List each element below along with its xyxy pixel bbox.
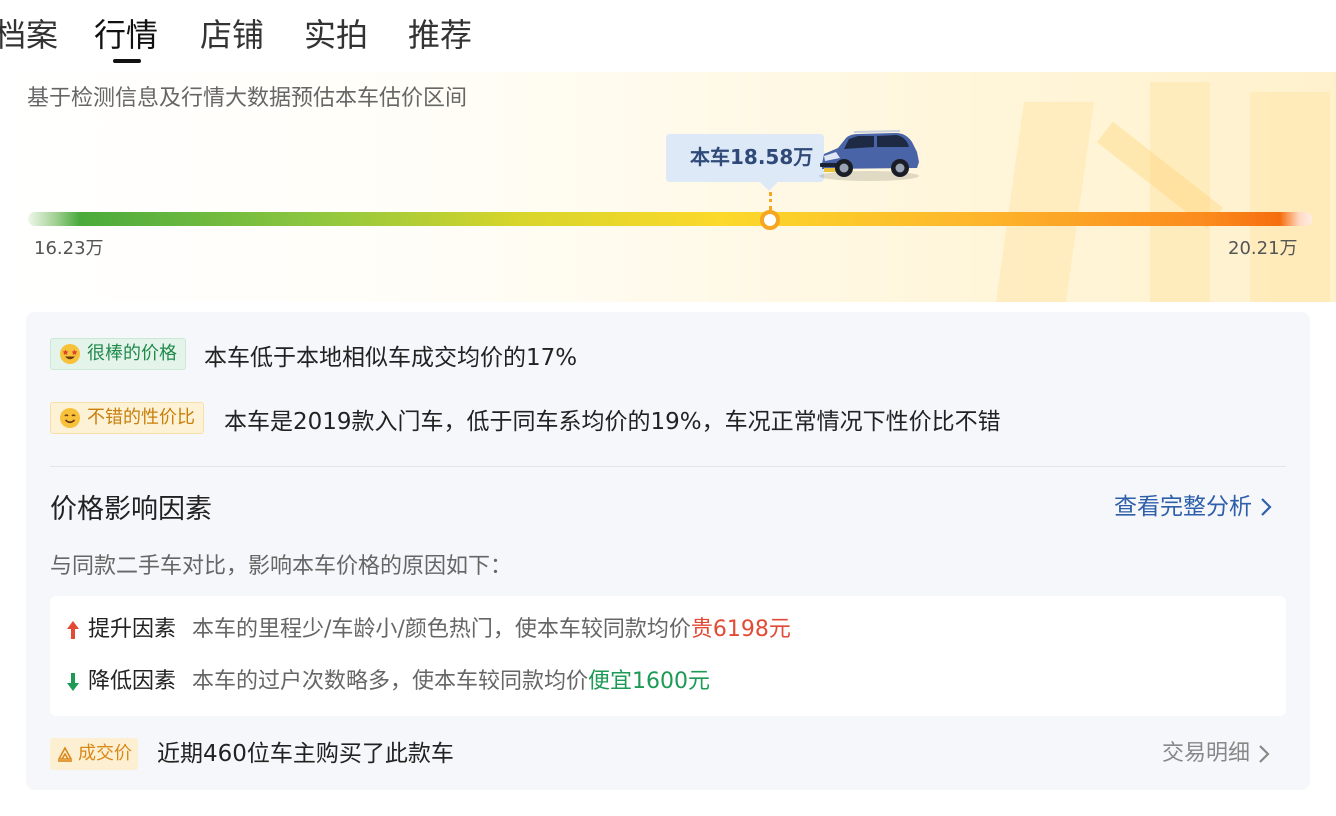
transaction-details-label: 交易明细 xyxy=(1162,741,1251,766)
tab-archive[interactable]: 档案 xyxy=(0,14,58,56)
deal-price-tag: 成交价 xyxy=(50,738,138,770)
car-price-label: 本车18.58万 xyxy=(690,145,814,169)
arrow-down-icon xyxy=(64,672,82,692)
deal-icon xyxy=(56,745,74,763)
price-pointer-line xyxy=(769,192,772,210)
price-position-marker xyxy=(760,210,780,230)
price-factors-description: 与同款二手车对比，影响本车价格的原因如下： xyxy=(50,554,513,579)
lower-factor-row: 降低因素 本车的过户次数略多，使本车较同款均价 便宜1600元 xyxy=(64,666,710,698)
raise-factor-text: 本车的里程少/车龄小/颜色热门，使本车较同款均价 xyxy=(192,617,691,642)
deal-price-tag-label: 成交价 xyxy=(78,743,132,764)
range-low-price: 16.23万 xyxy=(34,238,104,259)
good-value-tag-label: 不错的性价比 xyxy=(87,407,195,428)
arrow-up-icon xyxy=(64,620,82,640)
lower-factor-amount: 便宜1600元 xyxy=(588,669,711,694)
lower-factor-text: 本车的过户次数略多，使本车较同款均价 xyxy=(192,669,589,694)
view-full-analysis-label: 查看完整分析 xyxy=(1114,494,1252,520)
suv-car-icon xyxy=(819,130,919,181)
good-value-tag: 不错的性价比 xyxy=(50,402,204,434)
price-factors-title: 价格影响因素 xyxy=(50,494,212,525)
raise-factor-label: 提升因素 xyxy=(88,617,177,642)
lower-factor-label: 降低因素 xyxy=(88,669,177,694)
great-price-tag-label: 很棒的价格 xyxy=(87,343,177,364)
range-high-price: 20.21万 xyxy=(1228,238,1298,259)
recent-buyers-text: 近期460位车主购买了此款车 xyxy=(157,741,454,767)
smile-emoji-icon xyxy=(59,407,81,429)
price-range-bar xyxy=(28,212,1312,226)
section-divider xyxy=(50,466,1286,467)
chevron-right-icon xyxy=(1260,497,1272,517)
tab-market[interactable]: 行情 xyxy=(94,14,158,56)
estimate-subtitle: 基于检测信息及行情大数据预估本车估价区间 xyxy=(27,86,468,111)
analysis-card xyxy=(26,312,1310,790)
view-full-analysis-link[interactable]: 查看完整分析 xyxy=(1114,492,1272,522)
decor-shape xyxy=(1250,92,1330,302)
tab-recommend[interactable]: 推荐 xyxy=(408,14,472,56)
great-price-text: 本车低于本地相似车成交均价的17% xyxy=(204,345,578,371)
top-tabs: 档案 行情 店铺 实拍 推荐 xyxy=(0,0,1336,70)
great-price-tag: 很棒的价格 xyxy=(50,338,186,370)
raise-factor-row: 提升因素 本车的里程少/车龄小/颜色热门，使本车较同款均价 贵6198元 xyxy=(64,614,791,646)
active-tab-indicator xyxy=(113,59,141,63)
raise-factor-amount: 贵6198元 xyxy=(690,617,791,642)
good-value-text: 本车是2019款入门车，低于同车系均价的19%，车况正常情况下性价比不错 xyxy=(224,409,1001,435)
tab-store[interactable]: 店铺 xyxy=(200,14,264,56)
decor-shape xyxy=(995,102,1095,302)
tab-photos[interactable]: 实拍 xyxy=(304,14,368,56)
chevron-right-icon xyxy=(1258,744,1270,764)
transaction-details-link[interactable]: 交易明细 xyxy=(1162,738,1270,770)
star-struck-emoji-icon xyxy=(59,343,81,365)
